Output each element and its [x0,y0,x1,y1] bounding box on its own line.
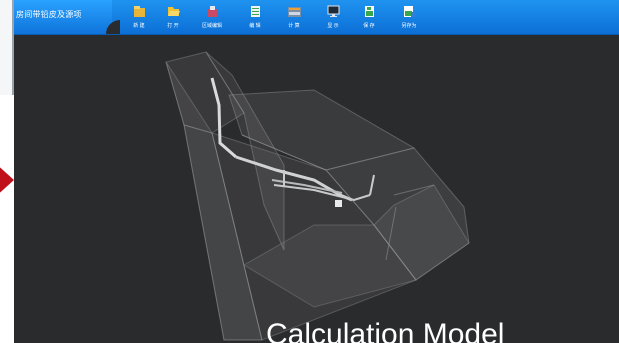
region-edit-icon [207,6,217,17]
save-label: 保 存 [363,23,375,29]
open-folder-icon [167,7,180,16]
new-file-icon [133,6,145,17]
display-monitor-icon [327,5,339,17]
calculate-icon [287,7,301,17]
region-edit-label: 区域编辑 [201,23,222,29]
document-tab[interactable]: 房间带铅皮及源项 [14,0,112,34]
save-as-button[interactable]: 另存为 [393,2,425,32]
region-edit-button[interactable]: 区域编辑 [196,2,228,32]
calculate-label: 计 算 [288,23,300,29]
open-button[interactable]: 打 开 [157,2,189,32]
toolbar: 房间带铅皮及源项 新 建 打 开 区域编辑 编 辑 计 算 显 示 保 存 另存… [14,0,619,35]
save-as-icon [403,6,416,17]
calculation-model-render [165,51,470,341]
edit-sheet-icon [250,6,260,17]
left-margin [0,0,14,343]
edit-label: 编 辑 [249,23,261,29]
model-caption: Calculation Model [266,318,505,343]
save-as-label: 另存为 [401,23,417,29]
open-label: 打 开 [167,23,179,29]
display-label: 显 示 [327,23,339,29]
new-button[interactable]: 新 建 [123,2,155,32]
document-title: 房间带铅皮及源项 [16,10,82,19]
3d-viewport[interactable]: Calculation Model [14,35,619,343]
side-panel-edge [0,0,14,95]
save-button[interactable]: 保 存 [353,2,385,32]
new-label: 新 建 [133,23,145,29]
application-window: 房间带铅皮及源项 新 建 打 开 区域编辑 编 辑 计 算 显 示 保 存 另存… [14,0,619,343]
calculate-button[interactable]: 计 算 [278,2,310,32]
save-icon [364,6,374,17]
red-arrow-icon [0,167,14,193]
source-box [335,200,342,207]
display-button[interactable]: 显 示 [317,2,349,32]
edit-button[interactable]: 编 辑 [239,2,271,32]
